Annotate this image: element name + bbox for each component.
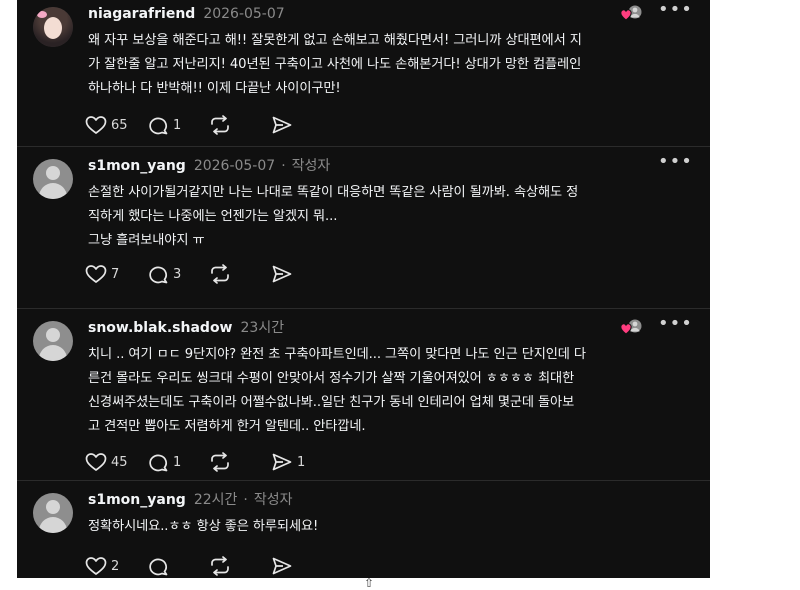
repost-icon — [211, 556, 229, 576]
timestamp[interactable]: 2026-05-07 — [203, 6, 284, 22]
username[interactable]: niagarafriend — [88, 6, 195, 22]
action-bar: 2 — [85, 554, 333, 578]
separator: · — [281, 158, 286, 174]
comment-text: 왜 자꾸 보상을 해준다고 해!! 잘못한게 없고 손해보고 해줬다면서! 그러… — [88, 33, 582, 96]
repost-button[interactable] — [209, 554, 271, 578]
avatar-head — [46, 166, 60, 180]
comment-icon — [149, 117, 168, 135]
comment-icon — [149, 558, 168, 576]
like-count: 7 — [111, 266, 120, 282]
avatar-face — [44, 17, 62, 39]
like-count: 45 — [111, 454, 128, 470]
action-bar: 45 1 1 — [85, 450, 333, 474]
author-tag: 작성자 — [291, 158, 331, 174]
heart-icon — [85, 557, 107, 575]
action-bar: 65 1 — [85, 113, 333, 137]
comment-icon — [149, 454, 168, 472]
comment-text: 손절한 사이가될거같지만 나는 나대로 똑같이 대응하면 똑같은 사람이 될까봐… — [88, 185, 579, 248]
avatar-body — [39, 345, 67, 361]
avatar-body — [39, 517, 67, 533]
reply-count: 1 — [173, 454, 182, 470]
more-options-icon[interactable]: ••• — [658, 151, 693, 172]
send-icon — [272, 557, 292, 575]
share-button[interactable] — [271, 262, 333, 286]
avatar[interactable] — [33, 159, 73, 199]
like-button[interactable]: 65 — [85, 113, 147, 137]
comment-meta: s1mon_yang 2026-05-07 · 작성자 — [88, 156, 330, 176]
repost-icon — [211, 452, 229, 472]
action-bar: 7 3 — [85, 262, 333, 286]
send-icon — [272, 116, 292, 134]
reply-button[interactable]: 1 — [147, 450, 209, 474]
comment-meta: niagarafriend 2026-05-07 — [88, 4, 285, 24]
avatar[interactable] — [33, 321, 73, 361]
author-tag: 작성자 — [253, 492, 293, 508]
reply-count: 3 — [173, 266, 182, 282]
username[interactable]: s1mon_yang — [88, 492, 186, 508]
share-button[interactable] — [271, 113, 333, 137]
liked-by-author-badge-icon — [620, 5, 642, 21]
like-button[interactable]: 7 — [85, 262, 147, 286]
timestamp[interactable]: 23시간 — [241, 320, 285, 336]
separator: · — [243, 492, 248, 508]
like-count: 65 — [111, 117, 128, 133]
reply-button[interactable]: 3 — [147, 262, 209, 286]
avatar-bow — [37, 11, 47, 18]
comment-text: 정확하시네요..ㅎㅎ 항상 좋은 하루되세요! — [88, 519, 319, 534]
timestamp[interactable]: 2026-05-07 — [194, 158, 275, 174]
share-button[interactable]: 1 — [271, 450, 333, 474]
send-icon — [272, 453, 292, 471]
comment-text: 치니 .. 여기 ㅁㄷ 9단지야? 완전 초 구축아파트인데... 그쪽이 맞다… — [88, 347, 586, 434]
heart-icon — [85, 116, 107, 134]
repost-icon — [211, 115, 229, 135]
liked-by-author-badge-icon — [620, 319, 642, 335]
reply-button[interactable] — [147, 554, 209, 578]
comment-meta: s1mon_yang 22시간 · 작성자 — [88, 490, 292, 510]
repost-icon — [211, 264, 229, 284]
timestamp[interactable]: 22시간 — [194, 492, 238, 508]
share-button[interactable] — [271, 554, 333, 578]
more-options-icon[interactable]: ••• — [658, 313, 693, 334]
avatar-head — [46, 328, 60, 342]
heart-icon — [85, 265, 107, 283]
repost-button[interactable] — [209, 450, 271, 474]
avatar[interactable] — [33, 7, 73, 47]
like-button[interactable]: 45 — [85, 450, 147, 474]
comment-icon — [149, 266, 168, 284]
username[interactable]: s1mon_yang — [88, 158, 186, 174]
avatar-head — [46, 500, 60, 514]
more-options-icon[interactable]: ••• — [658, 0, 693, 20]
avatar-body — [39, 183, 67, 199]
repost-button[interactable] — [209, 262, 271, 286]
send-icon — [272, 265, 292, 283]
reply-count: 1 — [173, 117, 182, 133]
repost-button[interactable] — [209, 113, 271, 137]
username[interactable]: snow.blak.shadow — [88, 320, 233, 336]
like-button[interactable]: 2 — [85, 554, 147, 578]
heart-icon — [85, 453, 107, 471]
scroll-indicator-icon: ⇧ — [364, 576, 375, 590]
comment-meta: snow.blak.shadow 23시간 — [88, 318, 284, 338]
share-count: 1 — [297, 454, 306, 470]
reply-button[interactable]: 1 — [147, 113, 209, 137]
like-count: 2 — [111, 558, 120, 574]
comment-feed: niagarafriend 2026-05-07 ••• 왜 자꾸 보상을 해준다… — [17, 0, 710, 578]
avatar[interactable] — [33, 493, 73, 533]
